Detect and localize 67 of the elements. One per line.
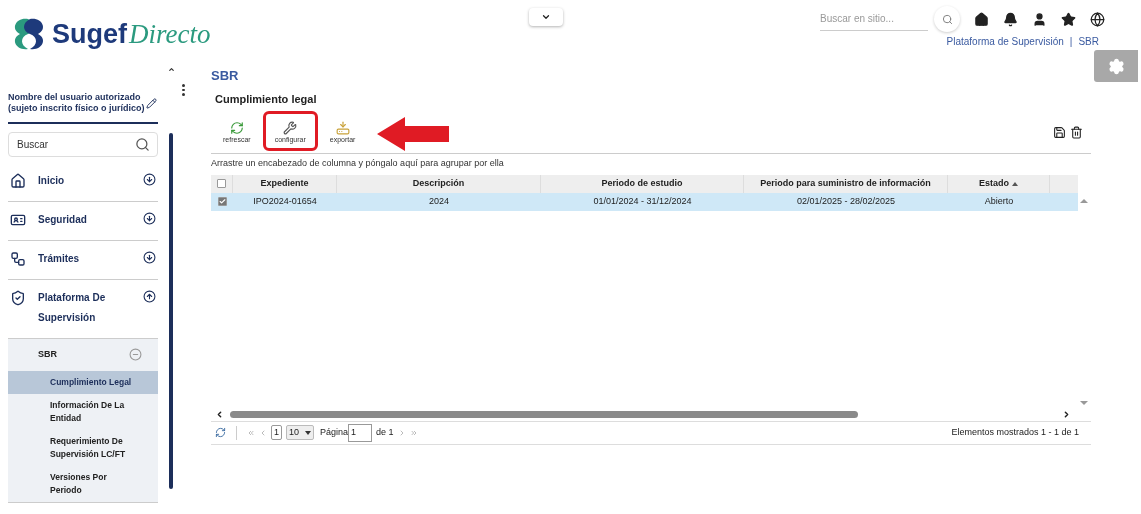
dropdown-icon bbox=[305, 430, 312, 435]
row-checkbox[interactable] bbox=[217, 197, 227, 206]
sidebar-subitem[interactable]: Información De La Entidad bbox=[8, 393, 158, 430]
expand-icon[interactable] bbox=[143, 251, 156, 264]
delete-icon[interactable] bbox=[1070, 126, 1083, 139]
breadcrumb-link[interactable]: Plataforma de Supervisión bbox=[946, 34, 1064, 49]
column-header[interactable]: Periodo para suministro de información bbox=[744, 174, 948, 193]
wrench-icon bbox=[283, 120, 298, 135]
site-search-field[interactable]: Buscar en sitio... bbox=[820, 7, 928, 31]
scroll-right-icon[interactable] bbox=[1062, 410, 1071, 419]
sidebar-subitem[interactable]: Cumplimiento Legal bbox=[8, 370, 158, 394]
column-header[interactable]: Estado bbox=[948, 174, 1050, 193]
page-input[interactable]: 1 bbox=[348, 423, 373, 442]
table-cell-text: 02/01/2025 - 28/02/2025 bbox=[795, 194, 897, 208]
search-icon bbox=[941, 13, 953, 25]
home-icon[interactable] bbox=[974, 11, 989, 27]
items-summary: Elementos mostrados 1 - 1 de 1 bbox=[951, 425, 1079, 439]
edit-icon[interactable] bbox=[146, 97, 157, 109]
chevron-down-icon bbox=[540, 12, 551, 22]
sidebar-item[interactable]: Inicio bbox=[8, 163, 158, 201]
breadcrumb-link[interactable]: SBR bbox=[1078, 34, 1099, 49]
refresh-icon[interactable] bbox=[215, 427, 226, 438]
page-number[interactable]: 1 bbox=[271, 424, 282, 441]
table-cell-text: 2024 bbox=[428, 194, 450, 208]
sidebar-subitem[interactable]: SBR bbox=[8, 339, 158, 371]
star-icon[interactable] bbox=[1061, 11, 1076, 27]
scroll-down-icon[interactable] bbox=[1080, 400, 1088, 405]
page-total: de 1 bbox=[376, 425, 394, 439]
section-title: SBR bbox=[211, 67, 240, 85]
table-cell-text: IPO2024-01654 bbox=[252, 194, 318, 208]
home-icon bbox=[8, 173, 28, 189]
page-size-select[interactable]: 10 bbox=[286, 424, 315, 441]
badge-icon bbox=[8, 212, 28, 228]
logo-script: Directo bbox=[129, 18, 211, 51]
page-title: Cumplimiento legal bbox=[215, 91, 318, 107]
column-header[interactable]: Periodo de estudio bbox=[541, 174, 744, 193]
sidebar-item[interactable]: Seguridad bbox=[8, 202, 158, 240]
more-icon[interactable] bbox=[182, 84, 185, 96]
sidebar-item[interactable]: Plataforma De Supervisión bbox=[8, 280, 158, 338]
search-icon bbox=[135, 137, 150, 152]
save-icon[interactable] bbox=[1053, 126, 1066, 139]
table-cell-text: 01/01/2024 - 31/12/2024 bbox=[592, 194, 693, 208]
settings-icon bbox=[1107, 57, 1125, 75]
column-header[interactable]: Expediente bbox=[233, 174, 337, 193]
scroll-left-icon[interactable] bbox=[215, 410, 224, 419]
refresh-icon bbox=[229, 120, 244, 135]
column-header[interactable]: Descripción bbox=[337, 174, 541, 193]
sidebar-subitem[interactable]: Versiones Por Periodo bbox=[8, 465, 158, 502]
sidebar-item[interactable]: Trámites bbox=[8, 241, 158, 279]
collapse-icon[interactable] bbox=[143, 290, 156, 303]
expand-icon[interactable] bbox=[143, 173, 156, 186]
user-icon[interactable] bbox=[1032, 11, 1047, 27]
scroll-up-icon[interactable] bbox=[167, 66, 175, 73]
page-label: Página bbox=[320, 425, 349, 439]
bell-icon[interactable] bbox=[1003, 11, 1018, 27]
expand-icon[interactable] bbox=[143, 212, 156, 225]
table-cell-text: Abierto bbox=[983, 194, 1015, 208]
user-name: Nombre del usuario autorizado (sujeto inscrito físico o jurídico) bbox=[8, 92, 146, 114]
flow-icon bbox=[8, 251, 28, 267]
group-hint: Arrastre un encabezado de columna y póngalo aquí para agrupar por ella bbox=[211, 157, 505, 170]
sidebar-subitem[interactable]: Requerimiento De Supervisión LC/FT bbox=[8, 429, 158, 466]
globe-icon[interactable] bbox=[1090, 11, 1105, 27]
header-checkbox[interactable] bbox=[217, 179, 226, 188]
horizontal-scrollbar[interactable] bbox=[230, 411, 858, 418]
sidebar-search-field[interactable]: Buscar bbox=[8, 132, 158, 157]
breadcrumb-separator: | bbox=[1069, 35, 1073, 49]
logo-text: Sugef bbox=[52, 18, 127, 51]
